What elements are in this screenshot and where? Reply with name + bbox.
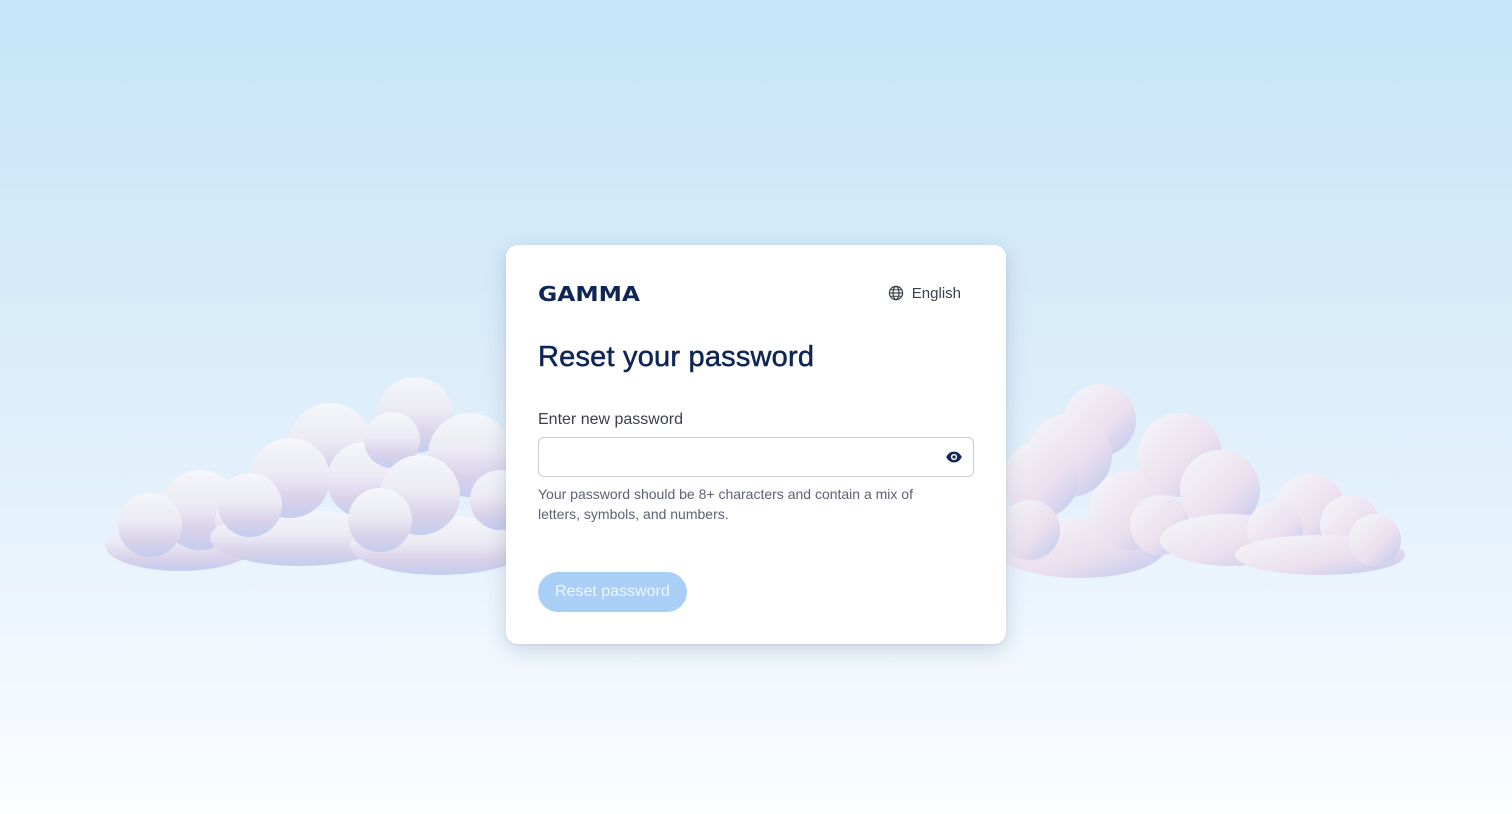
language-label: English <box>911 284 961 302</box>
gamma-logo: GAMMA <box>538 282 641 304</box>
eye-icon[interactable] <box>945 448 963 466</box>
password-input[interactable] <box>539 438 929 476</box>
password-hint: Your password should be 8+ characters an… <box>538 486 913 522</box>
reset-password-card: GAMMA English Reset your password Enter … <box>506 245 1006 644</box>
reset-password-button[interactable]: Reset password <box>538 572 687 612</box>
language-selector[interactable]: English <box>888 282 961 304</box>
password-label: Enter new password <box>538 411 683 428</box>
page-title: Reset your password <box>538 341 815 374</box>
globe-icon <box>888 285 903 301</box>
logo-text: GAMMA <box>538 282 641 304</box>
password-field-wrapper <box>538 437 974 477</box>
